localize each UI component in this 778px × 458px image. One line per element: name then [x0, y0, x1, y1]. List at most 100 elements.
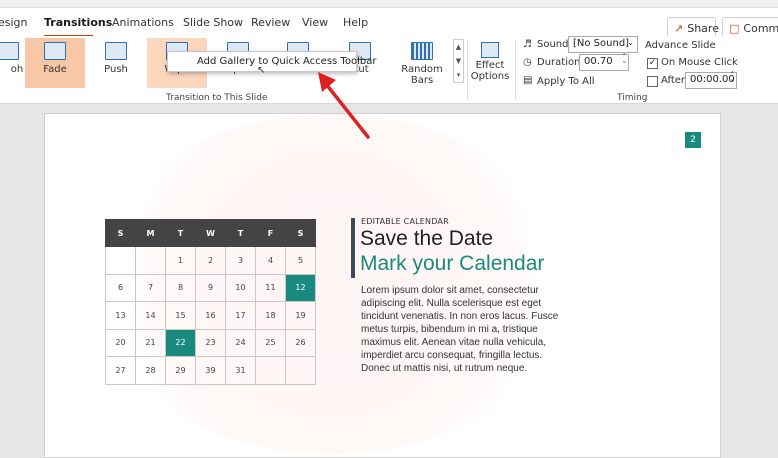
- chevron-down-icon: ⌄: [627, 38, 634, 47]
- fade-icon: [44, 42, 66, 60]
- calendar-day-cell: 19: [285, 301, 316, 330]
- calendar-body: 1 2 3 4 5 6 7 8 9 10 11 12 13 14 15 16 17 18 19 20 21 22 23 24 2…: [105, 246, 316, 385]
- after-checkbox[interactable]: [647, 76, 658, 87]
- gallery-more-icon[interactable]: ▾: [454, 68, 463, 82]
- gallery-item-random-bars[interactable]: Random Bars: [392, 38, 452, 88]
- calendar-day-cell: 6: [105, 273, 136, 302]
- calendar-header-row: SMTWTFS: [105, 219, 316, 247]
- calendar-day-cell: 1: [165, 246, 196, 275]
- gallery-scroll[interactable]: ▲ ▼ ▾: [453, 39, 464, 83]
- calendar-table: SMTWTFS 1 2 3 4 5 6 7 8 9 10 11 12 13 14 15 16 17 18 19 20 2…: [105, 219, 316, 385]
- calendar-day-header: T: [165, 219, 196, 247]
- calendar-day-cell: 27: [105, 356, 136, 385]
- tab-help[interactable]: Help: [343, 16, 368, 29]
- push-icon: [105, 42, 127, 60]
- calendar-day-cell: 2: [195, 246, 226, 275]
- tab-view[interactable]: View: [302, 16, 328, 29]
- calendar-day-header: F: [255, 219, 286, 247]
- tab-review[interactable]: Review: [251, 16, 290, 29]
- calendar-day-cell: [255, 356, 286, 385]
- sound-icon: ♬: [523, 39, 532, 50]
- calendar-day-cell: 15: [165, 301, 196, 330]
- calendar-day-cell: 20: [105, 328, 136, 357]
- duration-stepper[interactable]: 00.70 ˄ ˅: [579, 53, 629, 71]
- slide-eyebrow: EDITABLE CALENDAR: [361, 217, 449, 226]
- calendar-day-cell: 13: [105, 301, 136, 330]
- sound-select[interactable]: [No Sound] ⌄: [568, 36, 638, 53]
- stepper-arrows-icon[interactable]: ˄ ˅: [623, 53, 627, 69]
- morph-icon: [0, 42, 19, 60]
- calendar-day-cell: [285, 356, 316, 385]
- gallery-label-random-bars: Random Bars: [401, 64, 443, 86]
- calendar-day-cell: 16: [195, 301, 226, 330]
- after-time-stepper[interactable]: 00:00.00 ˄ ˅: [685, 71, 737, 89]
- after-value: 00:00.00: [690, 74, 735, 85]
- share-label: Share: [687, 21, 719, 35]
- title-bar-strip: [0, 0, 778, 8]
- calendar-week-row: 27 28 29 39 31: [105, 356, 316, 385]
- calendar-day-cell: 17: [225, 301, 256, 330]
- calendar-day-header: T: [225, 219, 256, 247]
- ribbon-separator: [515, 40, 516, 100]
- on-mouse-click-label: On Mouse Click: [661, 57, 738, 68]
- ribbon-tabs: esign Transitions Animations Slide Show …: [0, 8, 778, 39]
- calendar-day-cell: 3: [225, 246, 256, 275]
- gallery-label-push: Push: [104, 64, 128, 75]
- gallery-up-icon[interactable]: ▲: [454, 40, 463, 54]
- gallery-item-fade[interactable]: Fade: [25, 38, 85, 88]
- calendar-day-cell: 9: [195, 273, 226, 302]
- calendar-day-header: S: [285, 219, 316, 247]
- advance-slide-label: Advance Slide: [645, 40, 716, 51]
- tab-slide-show[interactable]: Slide Show: [183, 16, 243, 29]
- gallery-label-morph: oh: [10, 64, 24, 75]
- calendar-day-header: M: [135, 219, 166, 247]
- calendar-day-cell: 25: [255, 328, 286, 357]
- calendar-week-row: 13 14 15 16 17 18 19: [105, 301, 316, 330]
- group-label-transition: Transition to This Slide: [166, 93, 268, 103]
- calendar-day-cell: 7: [135, 273, 166, 302]
- tab-design-fragment[interactable]: esign: [0, 16, 28, 29]
- title-accent-bar: [351, 218, 355, 278]
- popup-label: Add Gallery to Quick Access Toolbar: [197, 56, 377, 67]
- calendar-day-cell: 12: [285, 273, 316, 302]
- duration-label: Duration:: [537, 57, 584, 68]
- calendar-day-cell: 31: [225, 356, 256, 385]
- calendar-day-cell: 24: [225, 328, 256, 357]
- calendar-week-row: 12345: [105, 246, 316, 275]
- gallery-down-icon[interactable]: ▼: [454, 54, 463, 68]
- clock-icon: ◷: [523, 57, 532, 68]
- comments-label: Commer: [743, 21, 778, 35]
- add-gallery-to-qat-menu-item[interactable]: Add Gallery to Quick Access Toolbar ↖: [167, 51, 376, 76]
- random-bars-icon: [411, 42, 433, 60]
- calendar-day-cell: 29: [165, 356, 196, 385]
- calendar-day-cell: 39: [195, 356, 226, 385]
- calendar-day-cell: 22: [165, 328, 196, 357]
- effect-options-icon: [481, 42, 499, 58]
- ribbon: oh Fade Push Wipe Split Reveal Cut Rando…: [0, 36, 778, 104]
- calendar-day-cell: 28: [135, 356, 166, 385]
- calendar-day-cell: 21: [135, 328, 166, 357]
- share-icon: ↗: [674, 21, 684, 35]
- apply-all-icon: ▤: [523, 75, 533, 86]
- slide[interactable]: 2 SMTWTFS 1 2 3 4 5 6 7 8 9 10 11 12 13 14 15 16 17 18 19 2…: [44, 113, 721, 458]
- calendar-day-cell: 23: [195, 328, 226, 357]
- calendar-day-cell: [105, 246, 136, 275]
- sound-value: [No Sound]: [573, 38, 630, 49]
- tab-animations[interactable]: Animations: [112, 16, 174, 29]
- effect-options-button[interactable]: Effect Options: [470, 38, 510, 90]
- on-mouse-click-checkbox[interactable]: ✓: [647, 58, 658, 69]
- calendar-day-cell: 8: [165, 273, 196, 302]
- gallery-label-fade: Fade: [43, 64, 67, 75]
- gallery-item-push[interactable]: Push: [86, 38, 146, 88]
- apply-to-all-button[interactable]: Apply To All: [537, 76, 595, 87]
- tab-transitions[interactable]: Transitions: [44, 16, 112, 29]
- slide-subtitle: Mark your Calendar: [360, 252, 545, 275]
- duration-value: 00.70: [584, 56, 613, 67]
- slide-body-text: Lorem ipsum dolor sit amet, consectetur …: [361, 285, 559, 374]
- calendar-day-cell: [135, 246, 166, 275]
- calendar-week-row: 20 21 22 23 24 25 26: [105, 328, 316, 357]
- ribbon-separator: [467, 40, 468, 100]
- calendar-day-header: W: [195, 219, 226, 247]
- calendar-day-header: S: [105, 219, 136, 247]
- stepper-arrows-icon[interactable]: ˄ ˅: [731, 71, 735, 87]
